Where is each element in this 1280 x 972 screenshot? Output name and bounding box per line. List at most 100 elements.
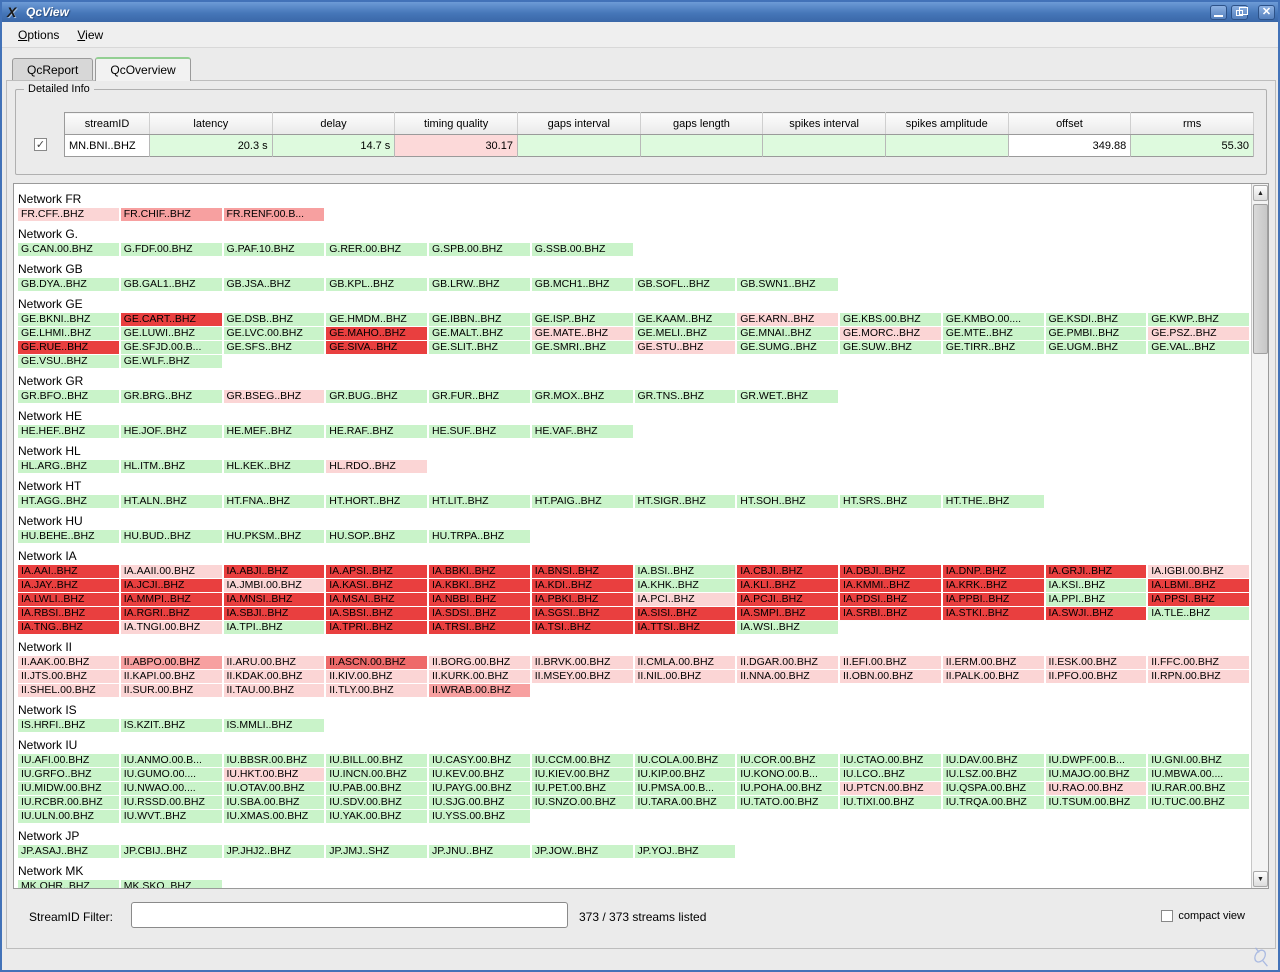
- stream-cell[interactable]: II.ERM.00.BHZ: [943, 656, 1044, 669]
- stream-cell[interactable]: IU.CTAO.00.BHZ: [840, 754, 941, 767]
- stream-cell[interactable]: IA.SGSI..BHZ: [532, 607, 633, 620]
- stream-cell[interactable]: MK.SKO..BHZ: [121, 880, 222, 888]
- stream-cell[interactable]: IA.SRBI..BHZ: [840, 607, 941, 620]
- stream-filter-input[interactable]: [131, 902, 568, 928]
- stream-cell[interactable]: GE.CART..BHZ: [121, 313, 222, 326]
- stream-cell[interactable]: IU.PMSA.00.B...: [635, 782, 736, 795]
- stream-cell[interactable]: GE.SFJD.00.B...: [121, 341, 222, 354]
- stream-cell[interactable]: II.SUR.00.BHZ: [121, 684, 222, 697]
- stream-cell[interactable]: IA.SWJI..BHZ: [1046, 607, 1147, 620]
- stream-cell[interactable]: HT.FNA..BHZ: [224, 495, 325, 508]
- stream-cell[interactable]: IU.TATO.00.BHZ: [737, 796, 838, 809]
- stream-cell[interactable]: II.ESK.00.BHZ: [1046, 656, 1147, 669]
- detail-table-row[interactable]: MN.BNI..BHZ20.3 s14.7 s30.17349.8855.30: [65, 135, 1254, 157]
- stream-cell[interactable]: IA.KMMI..BHZ: [840, 579, 941, 592]
- stream-cell[interactable]: IA.IGBI.00.BHZ: [1148, 565, 1249, 578]
- stream-cell[interactable]: GE.TIRR..BHZ: [943, 341, 1044, 354]
- stream-cell[interactable]: IA.TSI..BHZ: [532, 621, 633, 634]
- stream-cell[interactable]: IU.COLA.00.BHZ: [635, 754, 736, 767]
- stream-cell[interactable]: IA.SBSI..BHZ: [326, 607, 427, 620]
- stream-cell[interactable]: GE.KBS.00.BHZ: [840, 313, 941, 326]
- stream-cell[interactable]: HT.SIGR..BHZ: [635, 495, 736, 508]
- stream-cell[interactable]: GE.RUE..BHZ: [18, 341, 119, 354]
- stream-cell[interactable]: IU.LCO..BHZ: [840, 768, 941, 781]
- detail-col-header[interactable]: spikes amplitude: [885, 113, 1008, 135]
- stream-cell[interactable]: IA.PPBI..BHZ: [943, 593, 1044, 606]
- stream-cell[interactable]: II.TAU.00.BHZ: [224, 684, 325, 697]
- stream-cell[interactable]: JP.YOJ..BHZ: [635, 845, 736, 858]
- stream-cell[interactable]: MK.OHR..BHZ: [18, 880, 119, 888]
- stream-cell[interactable]: GB.GAL1..BHZ: [121, 278, 222, 291]
- stream-cell[interactable]: II.PFO.00.BHZ: [1046, 670, 1147, 683]
- stream-cell[interactable]: HT.AGG..BHZ: [18, 495, 119, 508]
- stream-cell[interactable]: II.NNA.00.BHZ: [737, 670, 838, 683]
- stream-cell[interactable]: IU.KIP.00.BHZ: [635, 768, 736, 781]
- stream-cell[interactable]: II.WRAB.00.BHZ: [429, 684, 530, 697]
- stream-cell[interactable]: HU.BEHE..BHZ: [18, 530, 119, 543]
- stream-cell[interactable]: IA.KLI..BHZ: [737, 579, 838, 592]
- stream-cell[interactable]: IA.LBMI..BHZ: [1148, 579, 1249, 592]
- menu-view[interactable]: View: [69, 25, 111, 45]
- stream-cell[interactable]: IU.ANMO.00.B...: [121, 754, 222, 767]
- stream-cell[interactable]: IA.ABJI..BHZ: [224, 565, 325, 578]
- stream-cell[interactable]: IS.KZIT..BHZ: [121, 719, 222, 732]
- stream-cell[interactable]: IU.MBWA.00....: [1148, 768, 1249, 781]
- stream-cell[interactable]: GR.TNS..BHZ: [635, 390, 736, 403]
- stream-cell[interactable]: II.NIL.00.BHZ: [635, 670, 736, 683]
- stream-cell[interactable]: HE.RAF..BHZ: [326, 425, 427, 438]
- stream-cell[interactable]: IA.CBJI..BHZ: [737, 565, 838, 578]
- stream-cell[interactable]: GB.LRW..BHZ: [429, 278, 530, 291]
- detail-streamid-cell[interactable]: MN.BNI..BHZ: [65, 135, 150, 157]
- stream-cell[interactable]: II.ARU.00.BHZ: [224, 656, 325, 669]
- stream-cell[interactable]: GE.MTE..BHZ: [943, 327, 1044, 340]
- stream-cell[interactable]: GB.SOFL..BHZ: [635, 278, 736, 291]
- stream-cell[interactable]: GE.KWP..BHZ: [1148, 313, 1249, 326]
- detail-value-cell[interactable]: [763, 135, 886, 157]
- stream-cell[interactable]: GB.SWN1..BHZ: [737, 278, 838, 291]
- stream-cell[interactable]: GE.LHMI..BHZ: [18, 327, 119, 340]
- stream-cell[interactable]: FR.CFF..BHZ: [18, 208, 119, 221]
- stream-cell[interactable]: IA.PCI..BHZ: [635, 593, 736, 606]
- scroll-down-icon[interactable]: ▼: [1253, 871, 1268, 887]
- stream-cell[interactable]: IA.PPI..BHZ: [1046, 593, 1147, 606]
- stream-cell[interactable]: IA.TNGI.00.BHZ: [121, 621, 222, 634]
- stream-cell[interactable]: GE.LVC.00.BHZ: [224, 327, 325, 340]
- detail-col-header[interactable]: latency: [150, 113, 273, 135]
- stream-cell[interactable]: IU.TARA.00.BHZ: [635, 796, 736, 809]
- stream-cell[interactable]: GR.BRG..BHZ: [121, 390, 222, 403]
- stream-cell[interactable]: G.RER.00.BHZ: [326, 243, 427, 256]
- stream-cell[interactable]: GE.SFS..BHZ: [224, 341, 325, 354]
- stream-cell[interactable]: FR.RENF.00.B...: [224, 208, 325, 221]
- stream-cell[interactable]: IA.MSAI..BHZ: [326, 593, 427, 606]
- stream-cell[interactable]: IA.DNP..BHZ: [943, 565, 1044, 578]
- stream-cell[interactable]: JP.JNU..BHZ: [429, 845, 530, 858]
- stream-cell[interactable]: GR.BSEG..BHZ: [224, 390, 325, 403]
- stream-cell[interactable]: HT.HORT..BHZ: [326, 495, 427, 508]
- stream-cell[interactable]: IU.AFI.00.BHZ: [18, 754, 119, 767]
- stream-cell[interactable]: II.KURK.00.BHZ: [429, 670, 530, 683]
- detail-value-cell[interactable]: [517, 135, 640, 157]
- stream-cell[interactable]: GE.HMDM..BHZ: [326, 313, 427, 326]
- stream-cell[interactable]: GE.MATE..BHZ: [532, 327, 633, 340]
- stream-cell[interactable]: IU.PTCN.00.BHZ: [840, 782, 941, 795]
- stream-cell[interactable]: HL.ITM..BHZ: [121, 460, 222, 473]
- stream-cell[interactable]: II.MSEY.00.BHZ: [532, 670, 633, 683]
- stream-cell[interactable]: GE.BKNI..BHZ: [18, 313, 119, 326]
- stream-cell[interactable]: IA.LWLI..BHZ: [18, 593, 119, 606]
- stream-cell[interactable]: GE.STU..BHZ: [635, 341, 736, 354]
- stream-cell[interactable]: IA.STKI..BHZ: [943, 607, 1044, 620]
- detail-value-cell[interactable]: [640, 135, 763, 157]
- stream-cell[interactable]: GE.UGM..BHZ: [1046, 341, 1147, 354]
- stream-cell[interactable]: IA.RGRI..BHZ: [121, 607, 222, 620]
- stream-cell[interactable]: II.BRVK.00.BHZ: [532, 656, 633, 669]
- stream-cell[interactable]: GE.WLF..BHZ: [121, 355, 222, 368]
- stream-cell[interactable]: IA.TRSI..BHZ: [429, 621, 530, 634]
- stream-cell[interactable]: HT.LIT..BHZ: [429, 495, 530, 508]
- stream-cell[interactable]: GE.PMBI..BHZ: [1046, 327, 1147, 340]
- stream-cell[interactable]: JP.JOW..BHZ: [532, 845, 633, 858]
- stream-cell[interactable]: IA.KHK..BHZ: [635, 579, 736, 592]
- scroll-up-icon[interactable]: ▲: [1253, 185, 1268, 201]
- stream-cell[interactable]: IU.LSZ.00.BHZ: [943, 768, 1044, 781]
- stream-cell[interactable]: II.SHEL.00.BHZ: [18, 684, 119, 697]
- stream-cell[interactable]: II.PALK.00.BHZ: [943, 670, 1044, 683]
